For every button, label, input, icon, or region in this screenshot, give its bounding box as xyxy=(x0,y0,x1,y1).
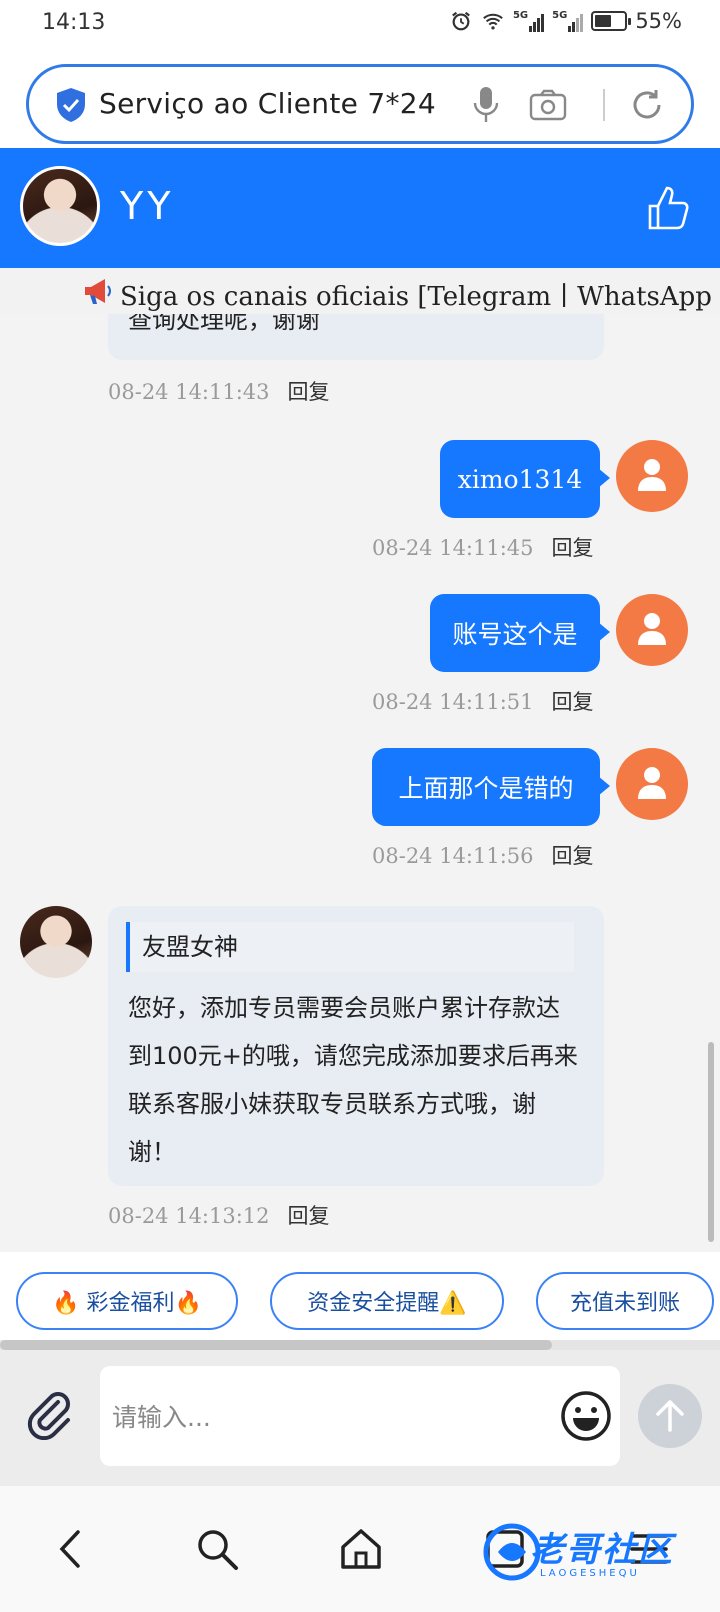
user-message-bubble: ximo1314 xyxy=(440,440,610,518)
emoji-icon[interactable] xyxy=(560,1390,612,1442)
agent-message-bubble: 查询处理呢，谢谢 xyxy=(108,314,604,360)
alarm-icon xyxy=(452,11,470,31)
network-type-1: 5G xyxy=(512,10,529,21)
user-message-bubble: 账号这个是 xyxy=(430,594,610,672)
message-meta: 08-24 14:13:12 回复 xyxy=(108,1200,330,1230)
signal-2-icon: 5G xyxy=(552,10,584,32)
network-type-2: 5G xyxy=(552,10,568,21)
reload-icon[interactable] xyxy=(629,87,665,123)
status-icons: 5G 5G 55% xyxy=(449,9,682,33)
chat-messages[interactable]: 查询处理呢，谢谢 08-24 14:11:43 回复 ximo1314 08-24… xyxy=(0,314,720,1252)
chip-label: 🔥 彩金福利🔥 xyxy=(52,1291,202,1316)
arrow-up-icon xyxy=(656,1400,684,1432)
message-meta: 08-24 14:11:56 回复 xyxy=(372,840,594,870)
watermark-text: 老哥社区 xyxy=(530,1530,674,1570)
message-meta: 08-24 14:11:43 回复 xyxy=(108,376,330,406)
megaphone-icon xyxy=(85,279,111,304)
reply-link[interactable]: 回复 xyxy=(288,380,330,404)
user-icon xyxy=(638,459,666,491)
user-icon xyxy=(638,613,666,645)
agent-message-bubble: 友盟女神 您好，添加专员需要会员账户累计存款达到100元+的哦，请您完成添加要求… xyxy=(108,906,604,1186)
watermark-subtext: LAOGESHEQU xyxy=(540,1568,640,1579)
url-divider xyxy=(603,89,605,121)
wifi-icon xyxy=(483,13,503,30)
message-text: 您好，添加专员需要会员账户累计存款达到100元+的哦，请您完成添加要求后再来联系… xyxy=(128,994,578,1166)
message-text: 查询处理呢，谢谢 xyxy=(128,314,320,334)
url-text[interactable]: Serviço ao Cliente 7*24 xyxy=(99,87,436,120)
quick-replies-scrollbar[interactable] xyxy=(0,1340,720,1350)
reply-link[interactable]: 回复 xyxy=(552,536,594,560)
quoted-text: 友盟女神 xyxy=(142,933,238,961)
url-bar[interactable]: Serviço ao Cliente 7*24 xyxy=(26,64,694,144)
shield-check-icon xyxy=(57,88,85,122)
user-avatar xyxy=(616,748,688,820)
agent-name: YY xyxy=(120,184,175,228)
agent-avatar[interactable] xyxy=(20,906,92,978)
send-button[interactable] xyxy=(638,1384,702,1448)
chat-scrollbar[interactable] xyxy=(708,1042,714,1242)
input-bar: 请输入... xyxy=(0,1350,720,1486)
quick-reply-bonus[interactable]: 🔥 彩金福利🔥 xyxy=(16,1272,238,1330)
message-input[interactable]: 请输入... xyxy=(100,1366,620,1466)
quoted-message[interactable]: 友盟女神 xyxy=(126,922,574,972)
user-message-bubble: 上面那个是错的 xyxy=(372,748,610,826)
message-time: 08-24 14:11:43 xyxy=(108,380,270,404)
battery-icon xyxy=(591,11,632,31)
agent-avatar[interactable] xyxy=(20,166,100,246)
camera-icon[interactable] xyxy=(529,89,567,121)
chat-header: YY xyxy=(0,148,720,268)
user-avatar xyxy=(616,594,688,666)
status-bar: 14:13 5G 5G 55% xyxy=(0,0,720,48)
home-icon[interactable] xyxy=(338,1526,384,1572)
reply-link[interactable]: 回复 xyxy=(552,690,594,714)
user-avatar xyxy=(616,440,688,512)
message-meta: 08-24 14:11:45 回复 xyxy=(372,532,594,562)
notice-marquee[interactable]: Siga os canais oficiais [Telegram丨WhatsA… xyxy=(0,268,720,314)
message-text: ximo1314 xyxy=(457,464,583,494)
status-time: 14:13 xyxy=(42,10,106,35)
scrollbar-thumb[interactable] xyxy=(0,1340,552,1350)
watermark-logo: 老哥社区 LAOGESHEQU xyxy=(480,1516,700,1596)
message-time: 08-24 14:11:45 xyxy=(372,536,534,560)
quick-replies: 🔥 彩金福利🔥 资金安全提醒⚠️ 充值未到账 xyxy=(0,1252,720,1344)
quick-reply-deposit-missing[interactable]: 充值未到账 xyxy=(536,1272,714,1330)
message-time: 08-24 14:11:56 xyxy=(372,844,534,868)
reply-link[interactable]: 回复 xyxy=(552,844,594,868)
notice-text: Siga os canais oficiais [Telegram丨WhatsA… xyxy=(120,282,720,312)
message-text: 上面那个是错的 xyxy=(398,774,574,803)
search-icon[interactable] xyxy=(194,1526,240,1572)
chip-label: 资金安全提醒⚠️ xyxy=(307,1291,467,1316)
thumbs-up-icon[interactable] xyxy=(646,184,692,232)
battery-percent: 55% xyxy=(635,9,682,33)
back-icon[interactable] xyxy=(48,1526,94,1572)
message-time: 08-24 14:11:51 xyxy=(372,690,534,714)
input-placeholder: 请输入... xyxy=(112,1403,211,1432)
signal-1-icon: 5G xyxy=(512,10,545,32)
user-icon xyxy=(638,767,666,799)
reply-link[interactable]: 回复 xyxy=(288,1204,330,1228)
message-time: 08-24 14:13:12 xyxy=(108,1204,270,1228)
chip-label: 充值未到账 xyxy=(569,1291,680,1316)
message-meta: 08-24 14:11:51 回复 xyxy=(372,686,594,716)
browser-nav-bar: 老哥社区 LAOGESHEQU xyxy=(0,1486,720,1612)
paperclip-icon[interactable] xyxy=(24,1388,76,1440)
microphone-icon[interactable] xyxy=(471,85,501,125)
quick-reply-fund-safety[interactable]: 资金安全提醒⚠️ xyxy=(270,1272,504,1330)
message-text: 账号这个是 xyxy=(452,620,578,649)
